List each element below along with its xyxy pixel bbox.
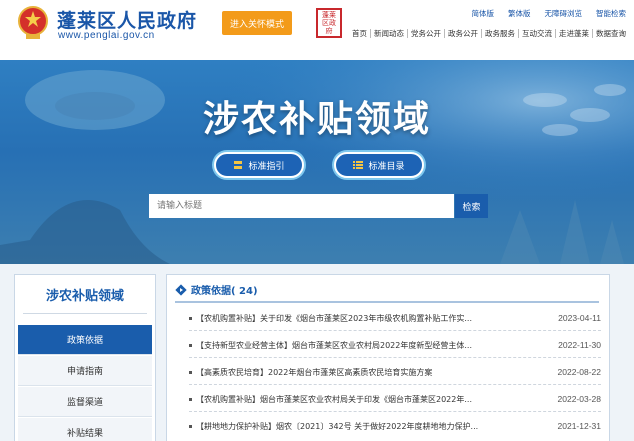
diamond-nav-icon [175, 283, 187, 296]
sidebar-item-policy-basis[interactable]: 政策依据 [18, 325, 152, 355]
sidebar-item-supervision-channel[interactable]: 监督渠道 [18, 387, 152, 417]
seal-logo: 蓬莱 区政府 [316, 8, 342, 38]
sidebar-item-application-guide[interactable]: 申请指南 [18, 356, 152, 386]
nav-item-data-query[interactable]: 数据查询 [592, 29, 629, 38]
list-item[interactable]: 【农机购置补贴】关于印发《烟台市蓬莱区2023年市级农机购置补贴工作实... 2… [189, 311, 601, 325]
bullet-icon [189, 424, 192, 428]
nav-item-news[interactable]: 新闻动态 [370, 29, 407, 38]
panel-title: 政策依据( 24) [191, 286, 258, 297]
bullet-icon [189, 370, 192, 374]
list-item[interactable]: 【耕地地力保护补贴】烟农〔2021〕342号 关于做好2022年度耕地地力保护.… [189, 419, 601, 433]
list-item-date: 2023-04-11 [558, 313, 601, 323]
main-nav: 首页 新闻动态 党务公开 政务公开 政务服务 互动交流 走进蓬莱 数据查询 [352, 29, 629, 38]
nav-item-gov-services[interactable]: 政务服务 [481, 29, 518, 38]
list-item-title[interactable]: 【农机购置补贴】关于印发《烟台市蓬莱区2023年市级农机购置补贴工作实... [196, 313, 496, 324]
list-item[interactable]: 【支持新型农业经营主体】烟台市蓬莱区农业农村局2022年度新型经营主体... 2… [189, 338, 601, 352]
search-button[interactable]: 检索 [455, 194, 488, 218]
list-item-title[interactable]: 【耕地地力保护补贴】烟农〔2021〕342号 关于做好2022年度耕地地力保护.… [196, 421, 496, 432]
top-link-simplified[interactable]: 简体版 [472, 8, 495, 19]
site-url: www.penglai.gov.cn [58, 30, 155, 41]
content-area: 涉农补贴领域 政策依据 申请指南 监督渠道 补贴结果 政策依据( 24) 【农机… [0, 264, 634, 441]
list-item-date: 2022-08-22 [557, 367, 601, 377]
nav-item-about[interactable]: 走进蓬莱 [555, 29, 592, 38]
panel-header: 政策依据( 24) [175, 282, 258, 297]
list-item-date: 2021-12-31 [557, 421, 601, 431]
row-divider [189, 330, 601, 331]
bullet-icon [189, 397, 192, 401]
panel-header-divider [175, 301, 599, 303]
sidebar-item-subsidy-results[interactable]: 补贴结果 [18, 418, 152, 441]
list-item-title[interactable]: 【农机购置补贴】烟台市蓬莱区农业农村局关于印发《烟台市蓬莱区2022年... [196, 394, 496, 405]
list-item[interactable]: 【农机购置补贴】烟台市蓬莱区农业农村局关于印发《烟台市蓬莱区2022年... 2… [189, 392, 601, 406]
care-mode-button[interactable]: 进入关怀模式 [222, 11, 292, 35]
list-item-date: 2022-11-30 [558, 340, 601, 350]
sidebar: 涉农补贴领域 政策依据 申请指南 监督渠道 补贴结果 [14, 274, 156, 441]
nav-item-gov-affairs[interactable]: 政务公开 [444, 29, 481, 38]
list-icon [353, 161, 364, 169]
policy-list-panel: 政策依据( 24) 【农机购置补贴】关于印发《烟台市蓬莱区2023年市级农机购置… [166, 274, 610, 441]
bullet-icon [189, 343, 192, 347]
top-links: 简体版 繁体版 无障碍浏览 智能检索 [472, 8, 627, 19]
list-item-date: 2022-03-28 [557, 394, 601, 404]
sidebar-title: 涉农补贴领域 [45, 289, 124, 304]
list-item-title[interactable]: 【高素质农民培育】2022年烟台市蓬莱区高素质农民培育实施方案 [196, 367, 496, 378]
top-link-traditional[interactable]: 繁体版 [508, 8, 531, 19]
national-emblem-icon [18, 6, 48, 39]
hero-banner: 涉农补贴领域 标准指引 标准目录 检索 [0, 60, 634, 264]
bullet-icon [189, 316, 192, 320]
list-item[interactable]: 【高素质农民培育】2022年烟台市蓬莱区高素质农民培育实施方案 2022-08-… [189, 365, 601, 379]
row-divider [189, 384, 601, 385]
standard-catalog-button[interactable]: 标准目录 [334, 152, 424, 178]
nav-item-home[interactable]: 首页 [352, 29, 370, 38]
list-item-title[interactable]: 【支持新型农业经营主体】烟台市蓬莱区农业农村局2022年度新型经营主体... [196, 340, 496, 351]
site-title[interactable]: 蓬莱区人民政府 [57, 6, 197, 33]
site-header: 蓬莱区人民政府 www.penglai.gov.cn 进入关怀模式 蓬莱 区政府 … [0, 0, 634, 60]
standard-catalog-label: 标准目录 [368, 161, 405, 172]
nav-item-party-affairs[interactable]: 党务公开 [407, 29, 444, 38]
banner-title: 涉农补贴领域 [202, 99, 431, 140]
nav-item-interaction[interactable]: 互动交流 [518, 29, 555, 38]
search-input[interactable] [149, 194, 454, 218]
standard-guide-button[interactable]: 标准指引 [214, 152, 304, 178]
row-divider [189, 411, 601, 412]
standard-guide-label: 标准指引 [248, 161, 285, 172]
top-link-accessibility[interactable]: 无障碍浏览 [545, 8, 583, 19]
top-link-smart-search[interactable]: 智能检索 [596, 8, 626, 19]
book-icon [234, 161, 243, 169]
sidebar-divider [23, 313, 147, 314]
row-divider [189, 357, 601, 358]
